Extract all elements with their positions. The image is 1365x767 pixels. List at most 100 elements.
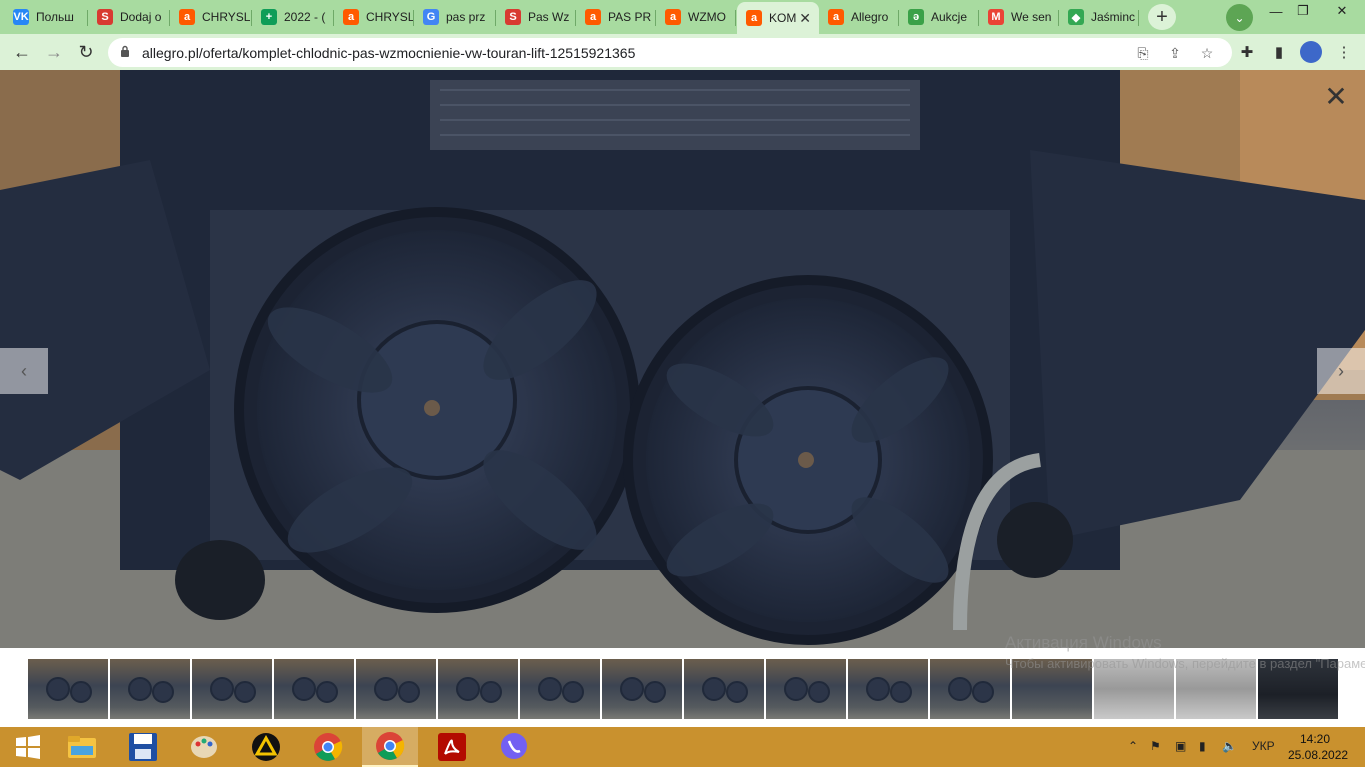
taskbar-save-app[interactable] bbox=[115, 727, 171, 767]
vk-icon: VK bbox=[13, 9, 29, 25]
tab-0[interactable]: VK Польш bbox=[4, 3, 88, 31]
maximize-button[interactable]: ❐ bbox=[1281, 0, 1325, 22]
browser-toolbar: ← → ↻ allegro.pl/oferta/komplet-chlodnic… bbox=[0, 34, 1365, 70]
start-button[interactable] bbox=[0, 727, 56, 767]
network-icon[interactable]: ▮ bbox=[1199, 739, 1206, 753]
share-icon[interactable]: ⇪ bbox=[1166, 44, 1184, 62]
reload-button[interactable]: ↻ bbox=[73, 39, 99, 65]
thumbnail-3[interactable] bbox=[192, 659, 272, 719]
tray-flag-icon[interactable]: ⚑ bbox=[1150, 739, 1161, 753]
taskbar-paint[interactable] bbox=[176, 727, 232, 767]
taskbar-chrome-2[interactable] bbox=[362, 727, 418, 767]
tab-11[interactable]: ə Aukcje bbox=[899, 3, 979, 31]
tab-2[interactable]: a CHRYSL bbox=[170, 3, 252, 31]
tab-3[interactable]: +2022 - ( bbox=[252, 3, 334, 31]
maps-icon: ◆ bbox=[1068, 9, 1084, 25]
tab-4[interactable]: a CHRYSL bbox=[334, 3, 414, 31]
viewer-close-button[interactable]: ✕ bbox=[1323, 83, 1349, 111]
menu-icon[interactable]: ⋮ bbox=[1333, 41, 1355, 63]
fan-shape bbox=[456, 677, 480, 701]
url-text: allegro.pl/oferta/komplet-chlodnic-pas-w… bbox=[142, 45, 636, 61]
system-clock[interactable]: 14:20 25.08.2022 bbox=[1288, 731, 1348, 763]
fan-shape bbox=[784, 677, 808, 701]
tab-close-icon[interactable]: ✕ bbox=[799, 10, 811, 27]
thumbnail-6[interactable] bbox=[438, 659, 518, 719]
tab-title: Польш bbox=[36, 10, 74, 24]
windows-activation-hint: Чтобы активировать Windows, перейдите в … bbox=[1005, 656, 1365, 671]
side-panel-icon[interactable]: ▮ bbox=[1268, 41, 1290, 63]
fan-shape bbox=[374, 677, 398, 701]
tab-title: Pas Wz bbox=[528, 10, 570, 24]
thumbnail-8[interactable] bbox=[602, 659, 682, 719]
tab-strip: VK Польш S Dodaj o a CHRYSL +2022 - (a CHRYSL Gp… bbox=[0, 0, 1365, 34]
close-icon: ✕ bbox=[1336, 3, 1348, 18]
radiator-fan-image bbox=[0, 70, 1365, 648]
taskbar-chrome-1[interactable] bbox=[300, 727, 356, 767]
reload-icon: ↻ bbox=[78, 41, 94, 62]
fan-shape bbox=[972, 681, 994, 703]
taskbar-acrobat[interactable] bbox=[424, 727, 480, 767]
taskbar-viber[interactable] bbox=[486, 727, 542, 767]
tray-security-icon[interactable]: ▣ bbox=[1175, 739, 1186, 753]
leaf-icon: ə bbox=[908, 9, 924, 25]
fan-shape bbox=[234, 681, 256, 703]
thumbnail-11[interactable] bbox=[848, 659, 928, 719]
taskbar-file-explorer[interactable] bbox=[54, 727, 110, 767]
profile-avatar[interactable] bbox=[1300, 41, 1322, 63]
window-close-button[interactable]: ✕ bbox=[1320, 0, 1364, 22]
tab-title: WZMO bbox=[688, 10, 726, 24]
tab-9[interactable]: a KOM ✕ bbox=[737, 2, 819, 34]
tab-search-button[interactable]: ⌄ bbox=[1226, 4, 1253, 31]
thumbnail-12[interactable] bbox=[930, 659, 1010, 719]
thumbnail-10[interactable] bbox=[766, 659, 846, 719]
fan-shape bbox=[726, 681, 748, 703]
volume-icon[interactable]: 🔈 bbox=[1222, 739, 1237, 753]
tab-title: We sen bbox=[1011, 10, 1052, 24]
prev-image-button[interactable]: ‹ bbox=[0, 348, 48, 394]
address-bar[interactable]: allegro.pl/oferta/komplet-chlodnic-pas-w… bbox=[108, 38, 1232, 67]
allegro-icon: a bbox=[343, 9, 359, 25]
translate-icon[interactable]: ⎘ bbox=[1134, 44, 1152, 62]
gmail-icon: M bbox=[988, 9, 1004, 25]
back-button[interactable]: ← bbox=[9, 39, 35, 65]
tab-13[interactable]: ◆ Jaśminc bbox=[1059, 3, 1139, 31]
thumbnail-2[interactable] bbox=[110, 659, 190, 719]
thumbnail-9[interactable] bbox=[684, 659, 764, 719]
chevron-down-icon: ⌄ bbox=[1234, 10, 1245, 25]
allegro-icon: a bbox=[746, 10, 762, 26]
fan-shape bbox=[562, 681, 584, 703]
tab-title: 2022 - ( bbox=[284, 10, 326, 24]
extensions-icon[interactable]: ✚ bbox=[1236, 41, 1258, 63]
taskbar-app-triangle[interactable] bbox=[238, 727, 294, 767]
tab-6[interactable]: S Pas Wz bbox=[496, 3, 576, 31]
next-image-button[interactable]: › bbox=[1317, 348, 1365, 394]
tray-expand-icon[interactable]: ⌃ bbox=[1128, 739, 1138, 753]
new-tab-button[interactable]: + bbox=[1148, 4, 1176, 30]
fan-shape bbox=[702, 677, 726, 701]
arrow-left-icon: ← bbox=[13, 41, 31, 62]
fan-shape bbox=[890, 681, 912, 703]
tab-12[interactable]: M We sen bbox=[979, 3, 1059, 31]
bookmark-star-icon[interactable]: ☆ bbox=[1198, 44, 1216, 62]
tab-7[interactable]: a PAS PR bbox=[576, 3, 656, 31]
clock-time: 14:20 bbox=[1299, 732, 1331, 746]
chevron-right-icon: › bbox=[1338, 360, 1344, 381]
triangle-app-icon bbox=[252, 733, 280, 761]
fan-shape bbox=[152, 681, 174, 703]
language-indicator[interactable]: УКР bbox=[1252, 739, 1275, 753]
forward-button[interactable]: → bbox=[41, 39, 67, 65]
fan-shape bbox=[644, 681, 666, 703]
thumbnail-1[interactable] bbox=[28, 659, 108, 719]
tab-10[interactable]: a Allegro bbox=[819, 3, 899, 31]
windows-activation-watermark: Активация Windows bbox=[1005, 633, 1162, 652]
tab-8[interactable]: a WZMO bbox=[656, 3, 736, 31]
tab-5[interactable]: Gpas prz bbox=[414, 3, 496, 31]
thumbnail-4[interactable] bbox=[274, 659, 354, 719]
chrome-icon bbox=[314, 733, 343, 761]
thumbnail-7[interactable] bbox=[520, 659, 600, 719]
chevron-left-icon: ‹ bbox=[21, 360, 27, 381]
tab-1[interactable]: S Dodaj o bbox=[88, 3, 170, 31]
lock-icon bbox=[121, 45, 129, 57]
chrome-icon bbox=[376, 732, 405, 760]
thumbnail-5[interactable] bbox=[356, 659, 436, 719]
